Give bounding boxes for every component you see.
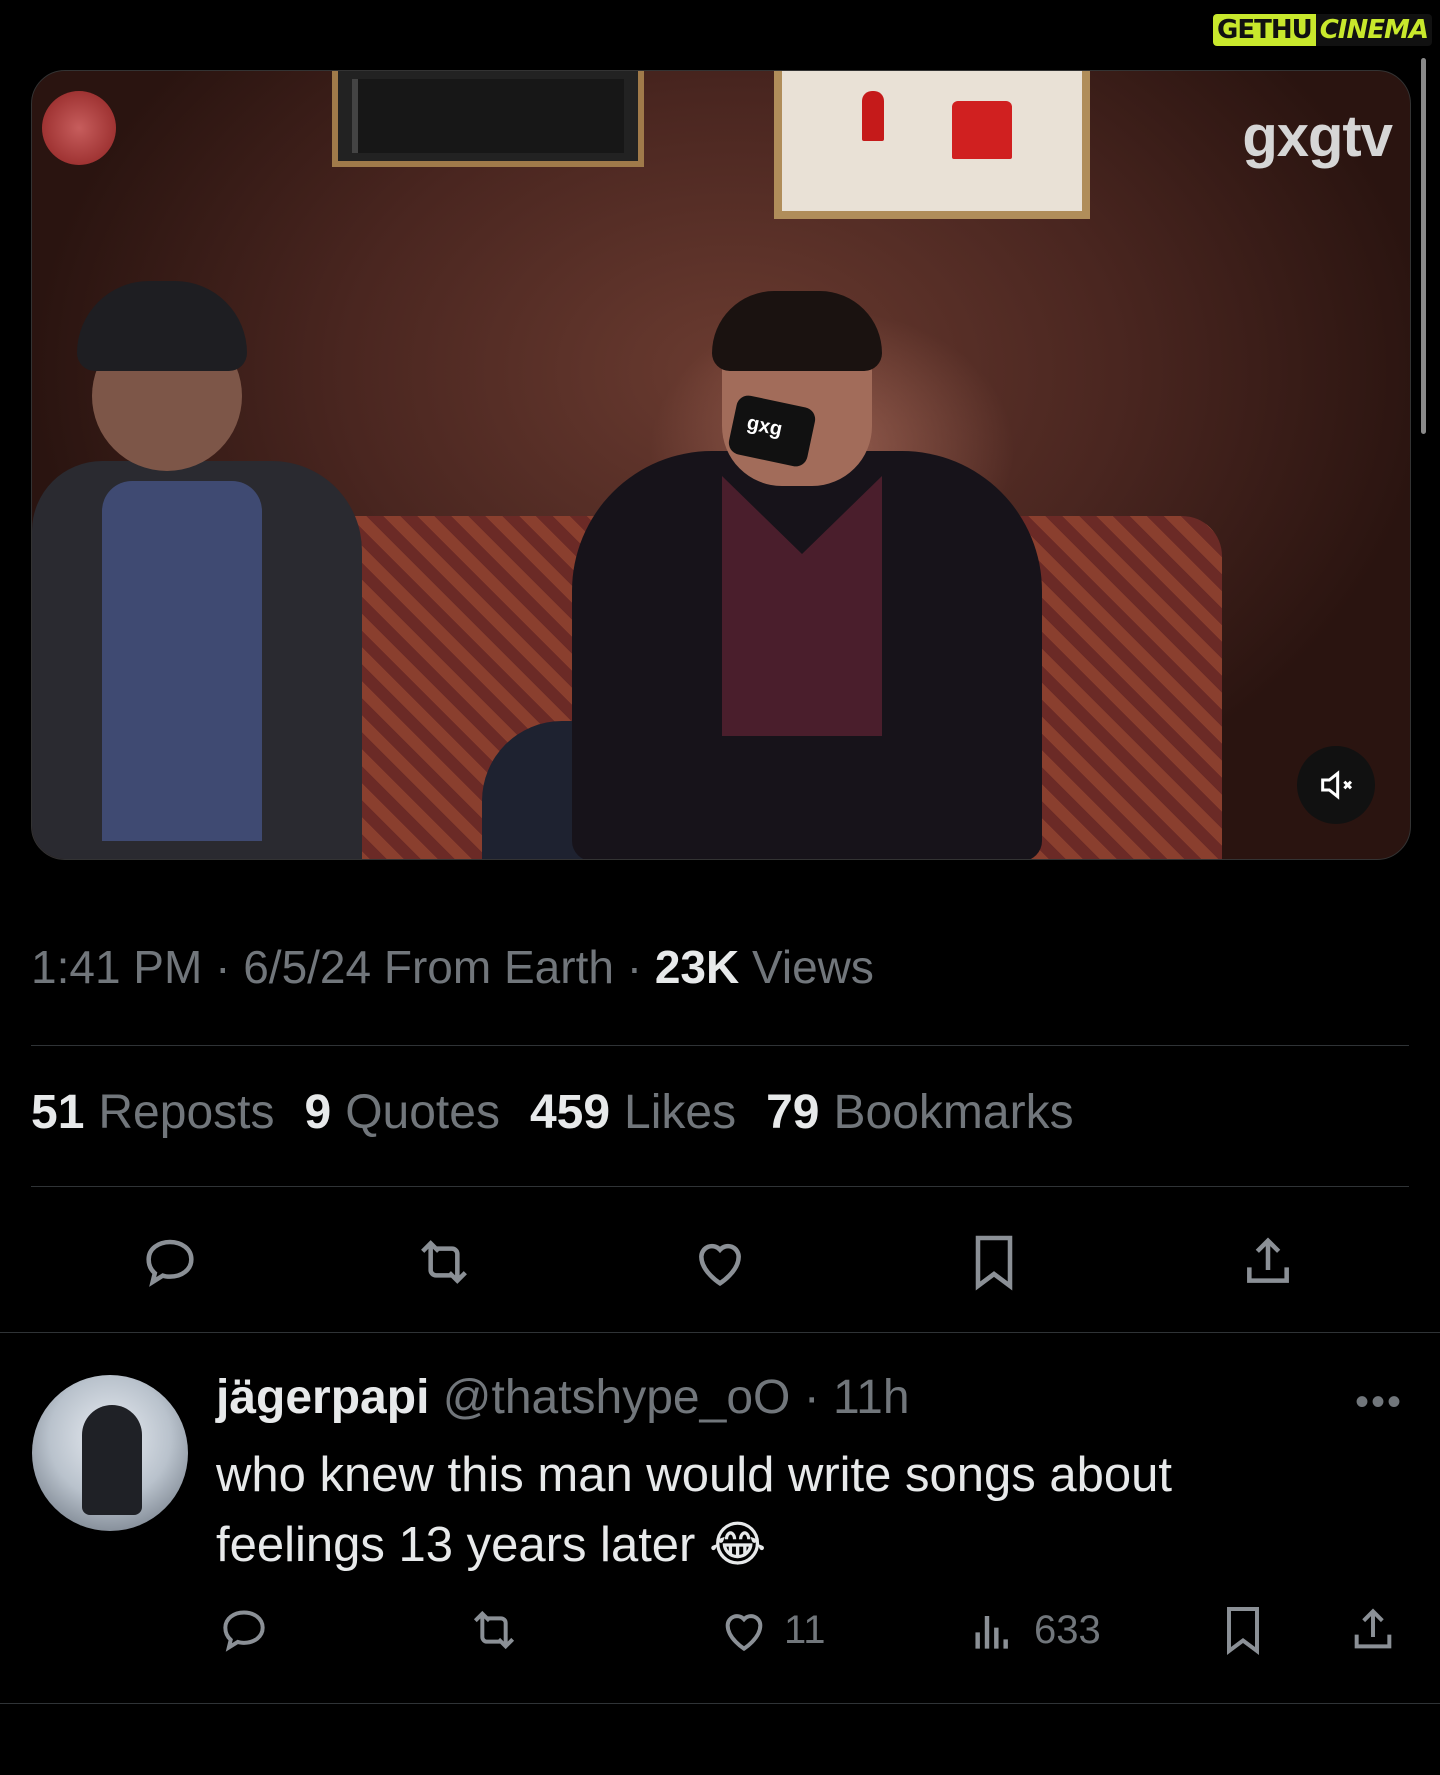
wall-sign xyxy=(42,91,116,165)
share-icon xyxy=(1354,1608,1392,1649)
bookmark-button[interactable] xyxy=(958,1230,1030,1294)
person-left xyxy=(32,251,372,859)
tweet-source: From Earth xyxy=(383,941,614,993)
divider xyxy=(31,1186,1409,1187)
watermark-part-2: CINEMA xyxy=(1315,14,1432,46)
reply-bookmark-button[interactable] xyxy=(1215,1600,1271,1660)
bookmark-icon xyxy=(975,1235,1013,1291)
divider xyxy=(31,1045,1409,1046)
reply-reply-button[interactable] xyxy=(216,1600,272,1660)
avatar[interactable] xyxy=(32,1375,188,1531)
divider xyxy=(0,1332,1440,1333)
share-button[interactable] xyxy=(1232,1230,1304,1294)
tweet-date: 6/5/24 xyxy=(243,941,372,993)
repost-button[interactable] xyxy=(408,1230,480,1294)
reply-text: who knew this man would write songs abou… xyxy=(216,1448,1173,1572)
watermark-logo: GETHU CINEMA xyxy=(1213,14,1432,46)
reply-actions: 11 633 xyxy=(0,1600,1440,1660)
engagement-stats: 51 Reposts 9 Quotes 459 Likes 79 Bookmarks xyxy=(31,1085,1074,1140)
bookmark-icon xyxy=(1227,1607,1259,1655)
reply-header: jägerpapi @thatshype_oO · 11h xyxy=(216,1371,910,1424)
views-label: Views xyxy=(752,941,874,993)
person-interviewee xyxy=(482,291,1072,859)
speaker-muted-icon xyxy=(1321,770,1353,800)
reposts-stat[interactable]: 51 Reposts xyxy=(31,1085,274,1140)
wall-frame-left xyxy=(332,71,644,167)
wall-frame-right xyxy=(774,71,1090,219)
more-options-button[interactable]: ••• xyxy=(1355,1380,1403,1425)
repost-icon xyxy=(421,1240,467,1284)
tweet-time: 1:41 PM xyxy=(31,941,203,993)
like-icon xyxy=(699,1243,741,1287)
reply-icon xyxy=(223,1610,265,1652)
reply-like-count: 11 xyxy=(784,1607,826,1652)
video-player[interactable]: gxg gxgtv xyxy=(31,70,1411,860)
like-icon xyxy=(725,1614,763,1652)
reply-author-name[interactable]: jägerpapi xyxy=(216,1371,429,1424)
repost-icon xyxy=(473,1610,515,1650)
likes-stat[interactable]: 459 Likes xyxy=(530,1085,736,1140)
reply-views-button[interactable]: 633 xyxy=(966,1600,1101,1660)
views-icon xyxy=(975,1616,1008,1649)
divider xyxy=(0,1703,1440,1704)
bookmarks-stat[interactable]: 79 Bookmarks xyxy=(766,1085,1073,1140)
reply-share-button[interactable] xyxy=(1345,1600,1401,1660)
reply-view-count: 633 xyxy=(1034,1607,1101,1652)
like-button[interactable] xyxy=(684,1230,756,1294)
reply-icon xyxy=(146,1239,194,1287)
reply-time: 11h xyxy=(833,1371,910,1424)
mic-label: gxg xyxy=(744,411,785,441)
share-icon xyxy=(1247,1237,1289,1283)
tweet-actions xyxy=(0,1230,1440,1294)
views-count: 23K xyxy=(654,941,740,993)
mute-button[interactable] xyxy=(1297,746,1375,824)
channel-logo: gxgtv xyxy=(1242,104,1393,169)
reply-author-handle[interactable]: @thatshype_oO xyxy=(443,1371,791,1424)
reply-repost-button[interactable] xyxy=(466,1600,522,1660)
tweet-meta: 1:41 PM · 6/5/24 From Earth · 23K Views xyxy=(31,941,874,993)
quotes-stat[interactable]: 9 Quotes xyxy=(304,1085,499,1140)
scrollbar[interactable] xyxy=(1421,58,1426,434)
watermark-part-1: GETHU xyxy=(1213,14,1316,46)
reply-like-button[interactable]: 11 xyxy=(716,1600,826,1660)
reply-button[interactable] xyxy=(134,1230,206,1294)
